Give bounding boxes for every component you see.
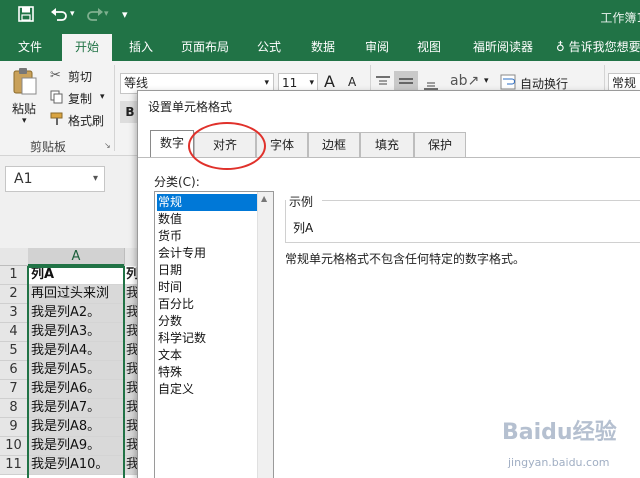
- row-header[interactable]: 9: [0, 418, 28, 437]
- tab-page-layout[interactable]: 页面布局: [172, 34, 238, 61]
- cell-a[interactable]: 我是列A2。: [28, 304, 124, 323]
- increase-font-icon[interactable]: A: [324, 72, 335, 91]
- cell-a[interactable]: 我是列A3。: [28, 323, 124, 342]
- sample-frame-top: [322, 200, 640, 201]
- copy-button[interactable]: 复制: [68, 90, 92, 107]
- tab-number[interactable]: 数字: [150, 130, 194, 158]
- category-item[interactable]: 时间: [157, 279, 257, 296]
- cell-a[interactable]: 我是列A9。: [28, 437, 124, 456]
- tab-data[interactable]: 数据: [300, 34, 346, 61]
- format-painter-button[interactable]: 格式刷: [68, 112, 104, 129]
- redo-dropdown-icon[interactable]: ▾: [104, 9, 109, 19]
- category-item[interactable]: 常规: [157, 194, 257, 211]
- tab-fill[interactable]: 填充: [360, 132, 414, 158]
- format-description: 常规单元格格式不包含任何特定的数字格式。: [285, 252, 526, 266]
- clipboard-launcher-icon[interactable]: ↘: [104, 141, 111, 150]
- orientation-icon[interactable]: ab↗: [450, 73, 479, 89]
- decrease-font-icon[interactable]: A: [348, 75, 356, 89]
- scroll-up-icon[interactable]: ▲: [261, 194, 267, 203]
- row-header[interactable]: 4: [0, 323, 28, 342]
- category-item[interactable]: 科学记数: [157, 330, 257, 347]
- name-box[interactable]: A1 ▾: [5, 166, 105, 192]
- cell-a[interactable]: 我是列A6。: [28, 380, 124, 399]
- sample-frame-bottom: [285, 242, 640, 243]
- format-painter-icon: [50, 112, 64, 129]
- tab-formulas[interactable]: 公式: [246, 34, 292, 61]
- group-divider: [114, 65, 115, 151]
- cell-a[interactable]: 列A: [28, 266, 124, 285]
- paste-dropdown-icon[interactable]: ▾: [22, 116, 27, 126]
- category-item[interactable]: 特殊: [157, 364, 257, 381]
- tell-me-search[interactable]: ♁ 告诉我您想要: [556, 34, 640, 61]
- row-header[interactable]: 8: [0, 399, 28, 418]
- tab-font[interactable]: 字体: [256, 132, 308, 158]
- category-item[interactable]: 文本: [157, 347, 257, 364]
- tell-me-label: 告诉我您想要: [568, 40, 640, 54]
- paste-button[interactable]: 粘贴: [12, 100, 36, 117]
- name-box-dropdown-icon[interactable]: ▾: [93, 167, 98, 191]
- sample-frame-left: [285, 200, 289, 242]
- ribbon-tabs: 文件 开始 插入 页面布局 公式 数据 审阅 视图 福昕阅读器 ♁ 告诉我您想要: [0, 34, 640, 61]
- cell-a[interactable]: 再回过头来浏: [28, 285, 124, 304]
- tab-insert[interactable]: 插入: [118, 34, 164, 61]
- cell-a[interactable]: 我是列A5。: [28, 361, 124, 380]
- scissors-icon: ✂: [50, 68, 61, 83]
- cell-a[interactable]: 我是列A7。: [28, 399, 124, 418]
- category-item[interactable]: 分数: [157, 313, 257, 330]
- cut-button[interactable]: 剪切: [68, 68, 92, 85]
- paste-icon[interactable]: [12, 67, 38, 98]
- row-header[interactable]: 6: [0, 361, 28, 380]
- undo-dropdown-icon[interactable]: ▾: [70, 9, 75, 19]
- orientation-dropdown-icon[interactable]: ▾: [484, 76, 489, 86]
- category-item[interactable]: 百分比: [157, 296, 257, 313]
- row-header[interactable]: 1: [0, 266, 28, 285]
- category-scrollbar[interactable]: ▲: [257, 192, 273, 478]
- row-header[interactable]: 10: [0, 437, 28, 456]
- cell-a[interactable]: 我是列A10。: [28, 456, 124, 475]
- tab-protection[interactable]: 保护: [414, 132, 466, 158]
- redo-icon[interactable]: [86, 6, 104, 26]
- row-header[interactable]: 11: [0, 456, 28, 475]
- font-size-value: 11: [282, 76, 298, 90]
- tab-file[interactable]: 文件: [4, 34, 56, 61]
- category-list[interactable]: ▲ 常规 数值 货币 会计专用 日期 时间 百分比 分数 科学记数 文本 特殊 自定义: [154, 191, 274, 478]
- name-box-value: A1: [14, 171, 33, 187]
- row-header[interactable]: 2: [0, 285, 28, 304]
- customize-toolbar-icon[interactable]: ▾: [122, 8, 128, 21]
- clipboard-group-label: 剪贴板: [30, 140, 67, 154]
- category-item[interactable]: 自定义: [157, 381, 257, 398]
- save-icon[interactable]: [18, 6, 34, 26]
- copy-dropdown-icon[interactable]: ▾: [100, 92, 105, 102]
- tab-home[interactable]: 开始: [62, 34, 112, 61]
- undo-icon[interactable]: [50, 6, 68, 26]
- window-title: 工作簿1: [600, 11, 640, 25]
- cell-a[interactable]: 我是列A4。: [28, 342, 124, 361]
- tab-view[interactable]: 视图: [406, 34, 452, 61]
- category-item[interactable]: 数值: [157, 211, 257, 228]
- font-name-value: 等线: [124, 76, 149, 90]
- category-item[interactable]: 会计专用: [157, 245, 257, 262]
- tab-foxit-reader[interactable]: 福昕阅读器: [462, 34, 544, 61]
- row-header[interactable]: 7: [0, 380, 28, 399]
- row-header[interactable]: 3: [0, 304, 28, 323]
- cell-a[interactable]: 我是列A8。: [28, 418, 124, 437]
- sample-value: 列A: [293, 221, 314, 235]
- row-header[interactable]: 5: [0, 342, 28, 361]
- copy-icon: [50, 90, 63, 107]
- category-item[interactable]: 日期: [157, 262, 257, 279]
- tab-strip-line: [138, 157, 640, 158]
- category-item[interactable]: 货币: [157, 228, 257, 245]
- format-cells-dialog: 设置单元格格式 数字 对齐 字体 边框 填充 保护 分类(C): ▲ 常规 数值货…: [137, 90, 640, 478]
- sample-label: 示例: [289, 195, 314, 209]
- number-format-value: 常规: [612, 76, 637, 90]
- column-header-a[interactable]: A: [28, 248, 124, 266]
- tab-border[interactable]: 边框: [308, 132, 360, 158]
- lightbulb-icon: ♁: [556, 40, 565, 54]
- tab-review[interactable]: 审阅: [354, 34, 400, 61]
- dialog-title: 设置单元格格式: [148, 100, 233, 114]
- tab-alignment[interactable]: 对齐: [194, 132, 256, 158]
- title-bar: ▾ ▾ ▾ 工作簿1: [0, 0, 640, 34]
- category-label: 分类(C):: [154, 175, 200, 189]
